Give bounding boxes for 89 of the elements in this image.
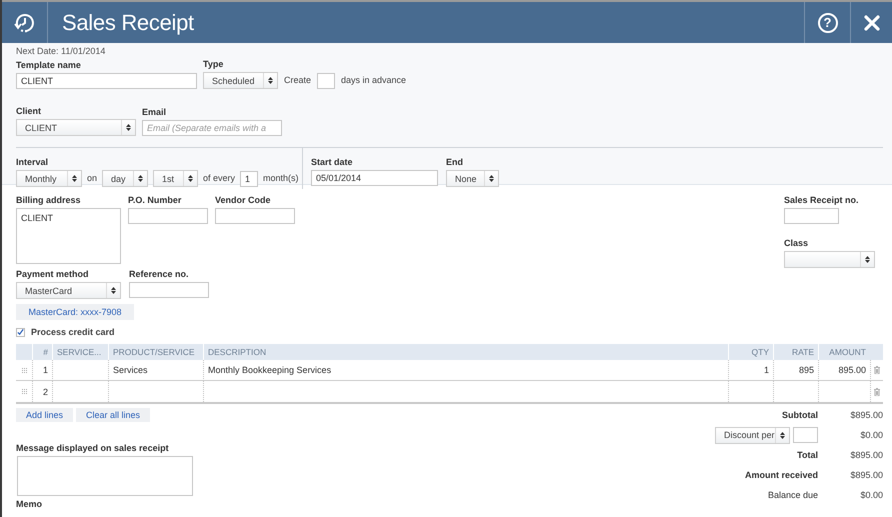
field-label: Reference no. xyxy=(129,269,189,280)
table-cell: 1 xyxy=(728,360,773,381)
updown-caret-icon xyxy=(865,256,870,263)
column-header: DESCRIPTION xyxy=(203,344,728,360)
updown-caret-icon xyxy=(489,175,494,182)
total-value: $895.00 xyxy=(850,410,883,420)
column-header: SERVICE... xyxy=(52,344,108,360)
help-icon[interactable]: ? xyxy=(818,12,838,32)
on-label: on xyxy=(87,173,98,183)
updown-caret-icon xyxy=(111,287,116,294)
of-every-label: of every xyxy=(203,173,236,183)
field-label: Template name xyxy=(16,60,81,71)
total-label: Subtotal xyxy=(782,410,818,420)
checkbox[interactable] xyxy=(16,328,25,336)
date-select[interactable]: 1st xyxy=(153,170,198,187)
vendor-code-field[interactable] xyxy=(215,208,295,224)
column-header: RATE xyxy=(773,344,818,360)
days-in-advance-label: days in advance xyxy=(341,75,406,85)
po-number-field[interactable] xyxy=(128,208,208,224)
checkbox-label: Process credit card xyxy=(31,327,115,337)
field-label: Client xyxy=(16,106,42,117)
discount-field[interactable] xyxy=(793,427,818,443)
field-label: Sales Receipt no. xyxy=(784,195,859,206)
field-label: Memo xyxy=(16,499,42,510)
table-cell: Services xyxy=(108,360,203,381)
field-label: Email xyxy=(142,107,166,118)
field-label: End xyxy=(446,157,463,168)
dialog-title: Sales Receipt xyxy=(61,10,194,36)
interval-select[interactable]: Monthly xyxy=(16,170,82,187)
message-field[interactable] xyxy=(17,456,193,496)
updown-caret-icon xyxy=(126,124,131,131)
field-label: Billing address xyxy=(16,195,81,206)
months-label: month(s) xyxy=(263,173,299,183)
table-cell: 1 xyxy=(32,360,52,381)
updown-caret-icon xyxy=(188,175,194,182)
total-value: $0.00 xyxy=(860,490,883,500)
column-header: AMOUNT xyxy=(818,344,870,360)
payment-method-select[interactable]: MasterCard xyxy=(16,282,121,299)
updown-caret-icon xyxy=(780,432,785,438)
field-label: Payment method xyxy=(16,269,89,280)
trash-icon[interactable] xyxy=(874,388,880,396)
every-field[interactable]: 1 xyxy=(240,171,258,187)
field-label: P.O. Number xyxy=(128,195,182,206)
table-cell: 895.00 xyxy=(818,360,870,381)
start-date-field[interactable]: 05/01/2014 xyxy=(311,170,438,186)
field-label: Start date xyxy=(311,157,353,168)
days-in-advance-field[interactable] xyxy=(317,73,336,89)
table-action-button[interactable]: Add lines xyxy=(16,408,74,422)
column-header: # xyxy=(32,344,52,360)
card-button[interactable]: MasterCard: xxxx-7908 xyxy=(16,304,134,320)
field-label: Class xyxy=(784,238,808,249)
total-label: Balance due xyxy=(768,490,818,500)
end-select[interactable]: None xyxy=(446,170,499,187)
table-cell: 2 xyxy=(32,381,52,402)
column-header: PRODUCT/SERVICE xyxy=(108,344,203,360)
field-label: Message displayed on sales receipt xyxy=(16,443,169,454)
field-label: Interval xyxy=(16,157,48,168)
table-action-button[interactable]: Clear all lines xyxy=(76,408,150,422)
sales-receipt-no-field[interactable] xyxy=(784,208,839,224)
discount-type-select[interactable]: Discount per xyxy=(715,426,790,444)
field-label: Type xyxy=(203,59,224,70)
total-value: $895.00 xyxy=(850,470,883,480)
total-value: $895.00 xyxy=(850,450,883,460)
table-cell xyxy=(52,360,108,381)
trash-icon[interactable] xyxy=(874,366,880,374)
client-select[interactable]: CLIENT xyxy=(16,119,136,136)
table-cell: Monthly Bookkeeping Services xyxy=(203,360,728,381)
updown-caret-icon xyxy=(138,175,144,182)
recurring-clock-icon xyxy=(14,12,36,34)
close-icon[interactable] xyxy=(864,14,880,30)
next-date-text: Next Date: 11/01/2014 xyxy=(16,46,106,57)
table-cell: 895 xyxy=(773,360,818,381)
create-label: Create xyxy=(284,75,312,85)
email-field[interactable]: Email (Separate emails with a xyxy=(142,120,282,136)
billing-address-field[interactable]: CLIENT xyxy=(16,208,121,264)
updown-caret-icon xyxy=(268,77,273,84)
day-unit-select[interactable]: day xyxy=(102,170,148,187)
reference-no-field[interactable] xyxy=(129,282,209,298)
type-select[interactable]: Scheduled xyxy=(203,72,278,89)
class-select[interactable] xyxy=(784,251,875,268)
total-value: $0.00 xyxy=(860,430,883,440)
column-header xyxy=(870,344,883,360)
field-label: Vendor Code xyxy=(215,195,271,206)
template-name-field[interactable]: CLIENT xyxy=(16,73,197,89)
column-header: QTY xyxy=(728,344,773,360)
total-label: Amount received xyxy=(744,470,818,480)
total-label: Total xyxy=(797,450,818,460)
updown-caret-icon xyxy=(72,175,77,182)
column-header xyxy=(16,344,32,360)
